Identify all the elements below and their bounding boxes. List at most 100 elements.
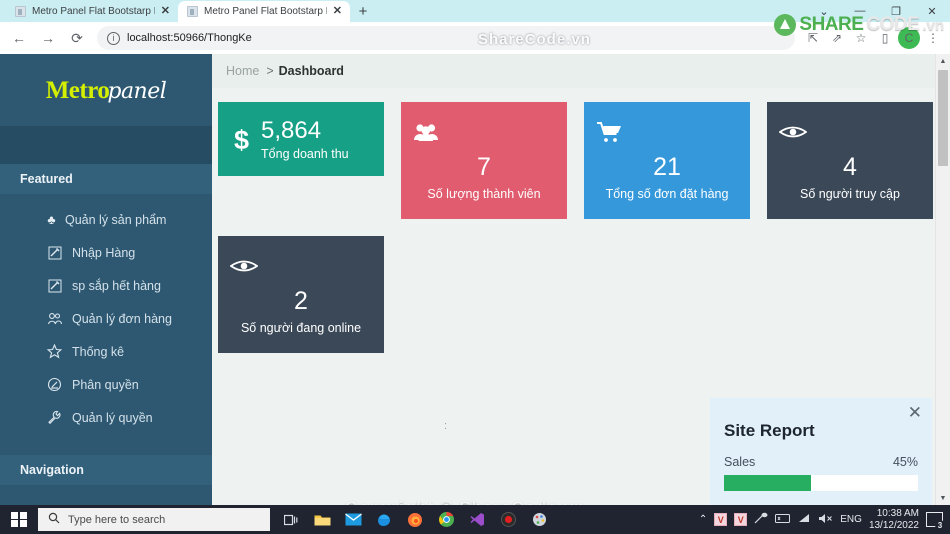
tab-favicon: [15, 6, 26, 17]
stat-tile-members[interactable]: 7 Số lượng thành viên: [401, 102, 567, 219]
avatar: C: [898, 27, 920, 49]
sidebar-section-navigation: Navigation: [0, 455, 212, 485]
stat-tile-revenue[interactable]: $ 5,864 Tổng doanh thu: [218, 102, 384, 176]
sidebar-spacer: [0, 126, 212, 164]
site-info-icon[interactable]: i: [107, 31, 120, 45]
new-tab-button[interactable]: +: [350, 1, 376, 22]
site-report-panel: ✕ Site Report Sales 45%: [710, 398, 932, 505]
toolbar-actions: ⇱ ⇗ ☆ ▯ C ⋮: [802, 27, 944, 49]
close-window-button[interactable]: ✕: [914, 0, 950, 22]
stat-value: 4: [843, 153, 857, 181]
mail-icon[interactable]: [342, 508, 364, 531]
profile-avatar[interactable]: C: [898, 27, 920, 49]
reload-icon[interactable]: ⟳: [64, 25, 90, 51]
share-icon[interactable]: ⇗: [826, 27, 848, 49]
sidebar-item-label: Phân quyền: [72, 377, 139, 392]
forward-icon[interactable]: →: [35, 25, 61, 51]
scroll-down-arrow-icon[interactable]: ▼: [936, 491, 950, 505]
breadcrumb-home[interactable]: Home: [226, 64, 259, 78]
file-explorer-icon[interactable]: [311, 508, 333, 531]
sidebar-item-label: Quản lý sản phẩm: [65, 212, 167, 227]
search-icon: [48, 512, 60, 527]
close-icon[interactable]: ✕: [908, 404, 922, 421]
wifi-icon[interactable]: [797, 513, 811, 527]
scroll-up-arrow-icon[interactable]: ▲: [936, 54, 950, 68]
notification-center-icon[interactable]: 3: [926, 512, 945, 530]
tray-key-icon[interactable]: [775, 513, 791, 527]
dashboard-page: Metropanel Featured ♣ Quản lý sản phẩm N…: [0, 54, 950, 505]
page-viewport: Metropanel Featured ♣ Quản lý sản phẩm N…: [0, 54, 950, 505]
address-bar[interactable]: i localhost:50966/ThongKe: [97, 26, 795, 50]
stat-tile-visitors[interactable]: 4 Số người truy cập: [767, 102, 933, 219]
chevron-down-icon[interactable]: ⌄: [806, 0, 842, 22]
browser-toolbar: ← → ⟳ i localhost:50966/ThongKe ⇱ ⇗ ☆ ▯ …: [0, 22, 950, 54]
sidebar-item-label: Quản lý đơn hàng: [72, 311, 172, 326]
stat-value: 7: [477, 153, 491, 181]
browser-tab-1[interactable]: Metro Panel Flat Bootstarp Respo ✕: [6, 1, 178, 22]
clock-date: 13/12/2022: [868, 519, 919, 531]
shopping-cart-icon: [596, 115, 738, 149]
cast-icon[interactable]: ⇱: [802, 27, 824, 49]
sidebar-item-phan-quyen[interactable]: Phân quyền: [0, 368, 212, 401]
sidebar-menu: ♣ Quản lý sản phẩm Nhập Hàng sp sắp hết …: [0, 194, 212, 440]
back-icon[interactable]: ←: [6, 25, 32, 51]
sidebar-gap: [0, 440, 212, 455]
volume-muted-icon[interactable]: [818, 513, 833, 527]
site-report-title: Site Report: [724, 421, 815, 440]
tab-favicon: [187, 6, 198, 17]
sidebar-item-label: Nhập Hàng: [72, 245, 136, 260]
scrollbar-thumb[interactable]: [938, 70, 948, 166]
close-tab-icon[interactable]: ✕: [333, 6, 342, 17]
windows-logo-icon: [11, 511, 27, 528]
stat-label: Số người đang online: [240, 321, 362, 335]
sidebar-item-quan-ly-quyen[interactable]: Quản lý quyền: [0, 401, 212, 434]
system-tray: ⌃ V V ENG 10:38 AM 13/12/2022 3: [699, 508, 950, 532]
taskbar-clock[interactable]: 10:38 AM 13/12/2022: [869, 508, 919, 532]
taskbar-search-box[interactable]: Type here to search: [38, 508, 270, 531]
tray-expand-icon[interactable]: ⌃: [699, 514, 707, 525]
sidebar: Metropanel Featured ♣ Quản lý sản phẩm N…: [0, 54, 212, 505]
sidebar-item-thong-ke[interactable]: Thống kê: [0, 335, 212, 368]
paint-icon[interactable]: [528, 508, 550, 531]
loading-dots: :: [444, 420, 448, 432]
dashboard-gauge-icon: [46, 377, 63, 392]
close-tab-icon[interactable]: ✕: [161, 6, 170, 17]
browser-window: Metro Panel Flat Bootstarp Respo ✕ Metro…: [0, 0, 950, 505]
stat-tile-orders[interactable]: 21 Tổng số đơn đặt hàng: [584, 102, 750, 219]
stat-label: Tổng số đơn đặt hàng: [605, 187, 729, 201]
start-button[interactable]: [0, 505, 38, 534]
clock-time: 10:38 AM: [876, 507, 919, 519]
stat-tiles: $ 5,864 Tổng doanh thu 7 Số lượng thành …: [212, 88, 950, 353]
minimize-button[interactable]: —: [842, 0, 878, 22]
firefox-icon[interactable]: [404, 508, 426, 531]
visual-studio-icon[interactable]: [466, 508, 488, 531]
stat-value: 21: [653, 153, 681, 181]
language-indicator[interactable]: ENG: [840, 514, 862, 525]
sidebar-item-quan-ly-san-pham[interactable]: ♣ Quản lý sản phẩm: [0, 203, 212, 236]
clover-icon: ♣: [47, 212, 56, 227]
progress-bar-fill: [724, 475, 812, 491]
url-text: localhost:50966/ThongKe: [127, 32, 252, 44]
wrench-icon: [46, 410, 63, 425]
stat-tile-online[interactable]: 2 Số người đang online: [218, 236, 384, 353]
tray-app-v1-icon[interactable]: V: [714, 513, 728, 526]
sidebar-item-nhap-hang[interactable]: Nhập Hàng: [0, 236, 212, 269]
task-view-icon[interactable]: [280, 508, 302, 531]
edge-browser-icon[interactable]: [373, 508, 395, 531]
extensions-icon[interactable]: ▯: [874, 27, 896, 49]
maximize-button[interactable]: ❐: [878, 0, 914, 22]
tray-antenna-icon[interactable]: [754, 512, 768, 527]
browser-menu-icon[interactable]: ⋮: [922, 27, 944, 49]
tray-app-v2-icon[interactable]: V: [734, 513, 748, 526]
browser-tab-2[interactable]: Metro Panel Flat Bootstarp Respo ✕: [178, 1, 350, 22]
sidebar-item-sp-sap-het-hang[interactable]: sp sắp hết hàng: [0, 269, 212, 302]
brand-logo[interactable]: Metropanel: [0, 54, 212, 126]
record-app-icon[interactable]: [497, 508, 519, 531]
chrome-icon[interactable]: [435, 508, 457, 531]
vertical-scrollbar[interactable]: ▲ ▼: [935, 54, 950, 505]
users-icon: [413, 115, 555, 149]
logo-metro-text: Metro: [45, 76, 110, 104]
breadcrumb-separator: >: [266, 64, 274, 78]
bookmark-star-icon[interactable]: ☆: [850, 27, 872, 49]
sidebar-item-quan-ly-don-hang[interactable]: Quản lý đơn hàng: [0, 302, 212, 335]
